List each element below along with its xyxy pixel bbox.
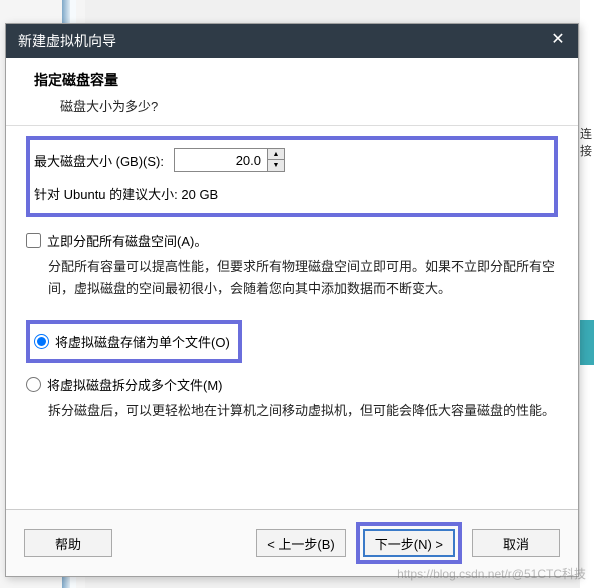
disk-size-spinner[interactable]: ▲ ▼ bbox=[174, 148, 285, 172]
store-split-row: 将虚拟磁盘拆分成多个文件(M) bbox=[26, 373, 558, 396]
disk-size-label: 最大磁盘大小 (GB)(S): bbox=[34, 151, 164, 170]
store-single-label[interactable]: 将虚拟磁盘存储为单个文件(O) bbox=[55, 332, 230, 351]
back-button[interactable]: < 上一步(B) bbox=[256, 529, 346, 557]
disk-size-input[interactable] bbox=[175, 149, 267, 171]
store-split-description: 拆分磁盘后，可以更轻松地在计算机之间移动虚拟机，但可能会降低大容量磁盘的性能。 bbox=[26, 396, 558, 422]
spin-up-icon[interactable]: ▲ bbox=[268, 149, 284, 160]
page-subtitle: 磁盘大小为多少? bbox=[34, 96, 550, 115]
wizard-dialog: 新建虚拟机向导 ✕ 指定磁盘容量 磁盘大小为多少? 最大磁盘大小 (GB)(S)… bbox=[5, 23, 579, 577]
help-button[interactable]: 帮助 bbox=[24, 529, 112, 557]
cancel-button[interactable]: 取消 bbox=[472, 529, 560, 557]
spin-down-icon[interactable]: ▼ bbox=[268, 160, 284, 171]
highlight-next: 下一步(N) > bbox=[356, 522, 462, 564]
background-right-text: 连接 bbox=[580, 125, 594, 159]
background-right-teal-accent bbox=[580, 320, 594, 365]
titlebar: 新建虚拟机向导 ✕ bbox=[6, 24, 578, 58]
store-single-row: 将虚拟磁盘存储为单个文件(O) bbox=[34, 330, 230, 353]
titlebar-title: 新建虚拟机向导 bbox=[18, 31, 116, 51]
store-split-radio[interactable] bbox=[26, 377, 41, 392]
next-button[interactable]: 下一步(N) > bbox=[363, 529, 455, 557]
disk-size-row: 最大磁盘大小 (GB)(S): ▲ ▼ bbox=[34, 148, 544, 172]
allocate-now-description: 分配所有容量可以提高性能，但要求所有物理磁盘空间立即可用。如果不立即分配所有空间… bbox=[26, 256, 558, 300]
store-single-radio[interactable] bbox=[34, 334, 49, 349]
highlight-store-single: 将虚拟磁盘存储为单个文件(O) bbox=[26, 320, 242, 363]
spinner-buttons: ▲ ▼ bbox=[267, 149, 284, 171]
allocate-now-label[interactable]: 立即分配所有磁盘空间(A)。 bbox=[47, 231, 207, 250]
disk-size-recommend: 针对 Ubuntu 的建议大小: 20 GB bbox=[34, 184, 544, 203]
allocate-now-row: 立即分配所有磁盘空间(A)。 bbox=[26, 231, 558, 250]
wizard-header: 指定磁盘容量 磁盘大小为多少? bbox=[6, 58, 578, 126]
store-split-group: 将虚拟磁盘拆分成多个文件(M) 拆分磁盘后，可以更轻松地在计算机之间移动虚拟机，… bbox=[26, 373, 558, 422]
wizard-footer: 帮助 < 上一步(B) 下一步(N) > 取消 bbox=[6, 509, 578, 576]
wizard-content: 最大磁盘大小 (GB)(S): ▲ ▼ 针对 Ubuntu 的建议大小: 20 … bbox=[6, 126, 578, 509]
background-right-pane bbox=[580, 0, 594, 588]
page-title: 指定磁盘容量 bbox=[34, 70, 550, 90]
allocate-now-checkbox[interactable] bbox=[26, 233, 41, 248]
close-icon[interactable]: ✕ bbox=[548, 30, 568, 50]
nav-button-group: < 上一步(B) bbox=[257, 529, 346, 557]
store-split-label[interactable]: 将虚拟磁盘拆分成多个文件(M) bbox=[47, 375, 223, 394]
highlight-disk-size: 最大磁盘大小 (GB)(S): ▲ ▼ 针对 Ubuntu 的建议大小: 20 … bbox=[26, 136, 558, 217]
